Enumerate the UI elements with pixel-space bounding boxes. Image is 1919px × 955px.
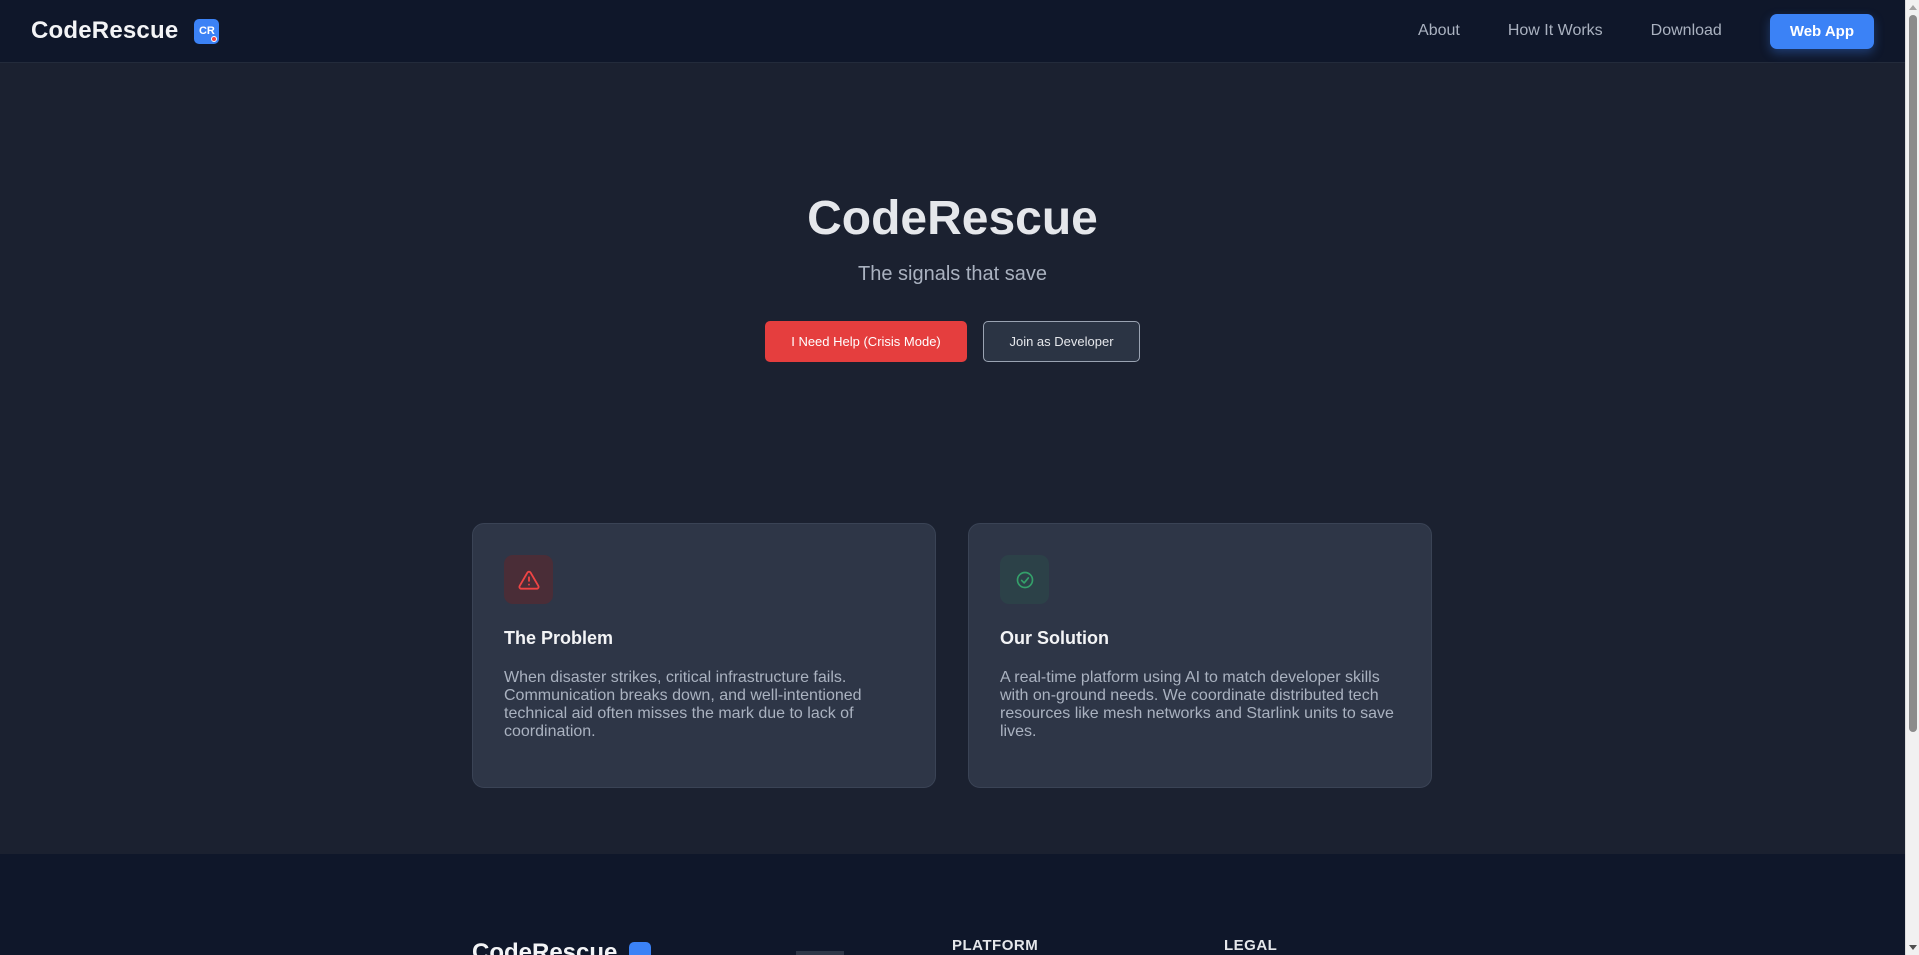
page: CodeRescue CR About How It Works Downloa… (0, 0, 1905, 955)
brand[interactable]: CodeRescue CR (31, 17, 220, 45)
hero-subtitle: The signals that save (858, 263, 1047, 285)
footer-brand-name[interactable]: CodeRescue (472, 939, 617, 955)
hero-title: CodeRescue (807, 192, 1098, 245)
status-dot-icon (211, 35, 218, 42)
scroll-down-icon[interactable] (1909, 945, 1917, 950)
scroll-up-icon[interactable] (1909, 5, 1917, 10)
warning-triangle-icon (504, 555, 553, 604)
brand-name[interactable]: CodeRescue (31, 17, 178, 45)
crisis-mode-button[interactable]: I Need Help (Crisis Mode) (765, 321, 967, 362)
brand-logo-icon: CR (194, 18, 220, 44)
solution-title: Our Solution (1000, 628, 1109, 648)
hero-actions: I Need Help (Crisis Mode) Join as Develo… (0, 321, 1905, 362)
footer-heading-legal: LEGAL (1224, 937, 1278, 954)
footer-divider (796, 951, 844, 955)
vertical-scrollbar[interactable] (1905, 0, 1919, 955)
problem-card: The Problem When disaster strikes, criti… (472, 523, 936, 788)
nav-link-how-it-works[interactable]: How It Works (1508, 22, 1603, 40)
feature-cards: The Problem When disaster strikes, criti… (472, 523, 1432, 788)
nav-link-download[interactable]: Download (1651, 22, 1722, 40)
problem-text: When disaster strikes, critical infrastr… (504, 669, 862, 740)
hero-section: CodeRescue The signals that save I Need … (0, 64, 1905, 362)
web-app-button[interactable]: Web App (1769, 13, 1874, 49)
navbar: CodeRescue CR About How It Works Downloa… (0, 0, 1905, 63)
footer-logo-icon (629, 942, 652, 955)
check-circle-icon (1000, 555, 1049, 604)
nav-link-about[interactable]: About (1418, 22, 1460, 40)
footer-heading-platform: PLATFORM (952, 937, 1039, 954)
nav-links: About How It Works Download Web App (1418, 13, 1874, 49)
scroll-thumb[interactable] (1909, 15, 1917, 732)
join-developer-button[interactable]: Join as Developer (983, 321, 1140, 362)
footer-brand[interactable]: CodeRescue (472, 939, 652, 955)
footer: CodeRescue PLATFORM LEGAL (0, 854, 1905, 955)
solution-card: Our Solution A real-time platform using … (968, 523, 1432, 788)
solution-text: A real-time platform using AI to match d… (1000, 669, 1394, 740)
problem-title: The Problem (504, 628, 614, 648)
